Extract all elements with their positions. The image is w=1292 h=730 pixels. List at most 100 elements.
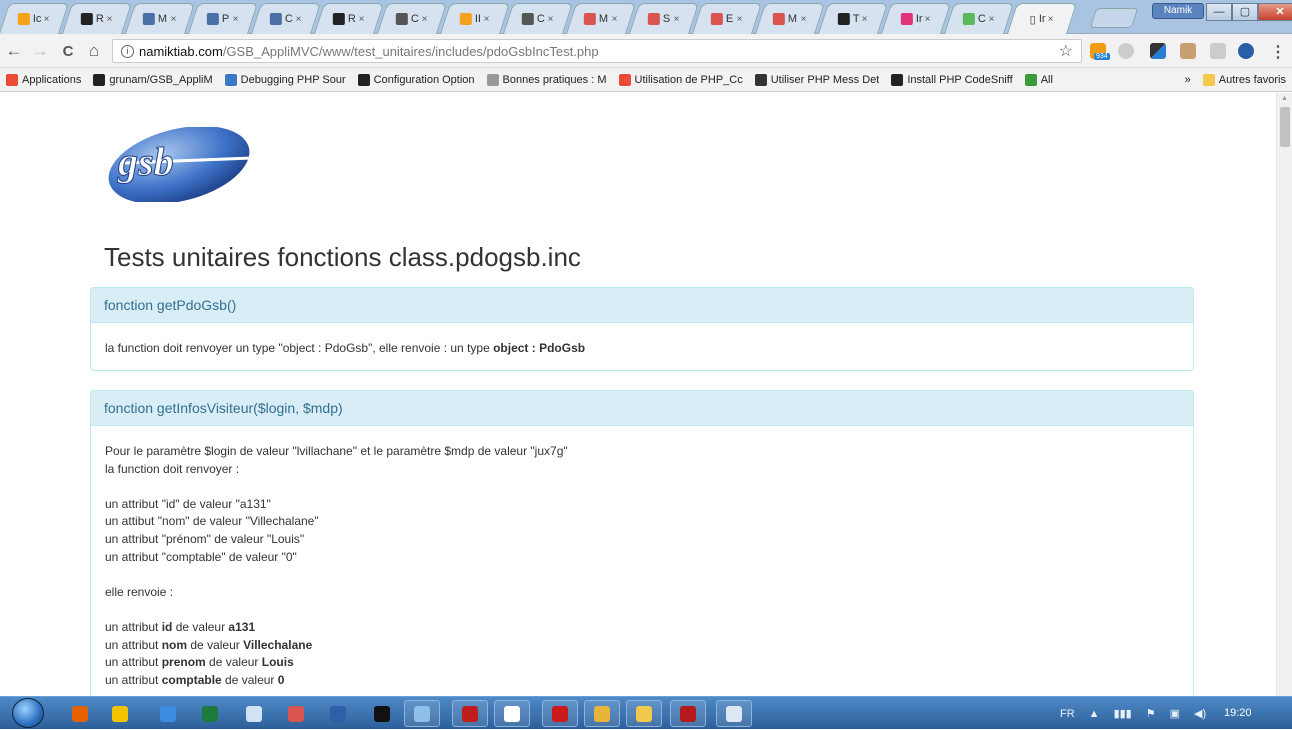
browser-tab[interactable]: C × — [943, 3, 1015, 34]
settings-extension-icon[interactable] — [1238, 43, 1254, 59]
bookmark-item[interactable]: Utilisation de PHP_Cc — [613, 68, 749, 91]
scrollbar-thumb[interactable] — [1280, 107, 1290, 147]
rss-extension-icon[interactable]: 934 — [1090, 43, 1110, 60]
shield-extension-icon[interactable] — [1118, 43, 1134, 59]
bookmark-item[interactable]: Applications — [0, 68, 87, 91]
virtualbox-icon — [330, 705, 346, 722]
browser-tab[interactable]: M × — [124, 3, 196, 34]
taskbar-app[interactable] — [584, 700, 620, 727]
filezilla-icon — [462, 705, 478, 722]
taskbar-app[interactable] — [320, 700, 356, 727]
info-icon[interactable]: i — [121, 44, 134, 58]
bookmark-item[interactable]: Debugging PHP Sour — [219, 68, 352, 91]
tab-close-icon[interactable]: × — [359, 14, 365, 25]
taskbar-app[interactable] — [452, 700, 488, 727]
tab-close-icon[interactable]: × — [989, 14, 995, 25]
back-button[interactable]: ← — [4, 41, 24, 61]
taskbar-app[interactable] — [192, 700, 228, 727]
tab-close-icon[interactable]: × — [925, 14, 931, 25]
profile-button[interactable]: Namik — [1152, 3, 1204, 19]
firefox-icon — [72, 705, 88, 722]
new-tab-button[interactable] — [1089, 8, 1139, 28]
browser-tab[interactable]: C × — [250, 3, 322, 34]
site-icon — [584, 13, 597, 25]
taskbar-app[interactable] — [102, 700, 138, 727]
power-icon[interactable]: ▣ — [1170, 707, 1180, 720]
browser-tab[interactable]: M × — [565, 3, 637, 34]
browser-tab[interactable]: R × — [313, 3, 385, 34]
browser-tab[interactable]: E × — [691, 3, 763, 34]
volume-icon[interactable]: ◀) — [1194, 707, 1206, 720]
tab-close-icon[interactable]: × — [484, 14, 490, 25]
bookmark-item[interactable]: Configuration Option — [352, 68, 481, 91]
paint-app-icon — [112, 705, 128, 722]
bookmark-item[interactable]: All — [1019, 68, 1059, 91]
maximize-button[interactable]: ▢ — [1232, 3, 1258, 21]
action-center-icon[interactable]: ⚑ — [1146, 707, 1156, 720]
taskbar-app[interactable] — [716, 700, 752, 727]
taskbar-app[interactable] — [62, 700, 98, 727]
bookmark-item[interactable]: Bonnes pratiques : M — [481, 68, 613, 91]
minimize-button[interactable]: — — [1206, 3, 1232, 21]
tab-close-icon[interactable]: × — [107, 14, 113, 25]
forward-button[interactable]: → — [30, 41, 50, 61]
tab-close-icon[interactable]: × — [233, 14, 239, 25]
close-window-button[interactable]: ✕ — [1258, 3, 1292, 21]
tab-close-icon[interactable]: × — [170, 14, 176, 25]
tab-close-icon[interactable]: × — [737, 14, 743, 25]
browser-tab[interactable]: T × — [817, 3, 889, 34]
tab-close-icon[interactable]: × — [862, 14, 868, 25]
chrome-icon — [594, 705, 610, 722]
other-bookmarks-folder[interactable]: Autres favoris — [1197, 68, 1292, 91]
bookmarks-overflow-button[interactable]: » — [1179, 68, 1197, 91]
tab-close-icon[interactable]: × — [800, 14, 806, 25]
taskbar-app[interactable] — [236, 700, 272, 727]
taskbar-app[interactable] — [494, 700, 530, 727]
tab-close-icon[interactable]: × — [422, 14, 428, 25]
taskbar-app[interactable] — [278, 700, 314, 727]
taskbar-app[interactable] — [404, 700, 440, 727]
active-browser-tab[interactable]: ▯ Ir × — [1006, 3, 1078, 34]
taskbar-app[interactable] — [364, 700, 400, 727]
bookmark-star-icon[interactable]: ☆ — [1059, 41, 1073, 61]
tab-close-icon[interactable]: × — [44, 14, 50, 25]
tab-close-icon[interactable]: × — [1048, 14, 1054, 25]
browser-tab[interactable]: Ic × — [0, 3, 70, 34]
browser-tab[interactable]: Ir × — [880, 3, 952, 34]
bookmark-item[interactable]: Utiliser PHP Mess Det — [749, 68, 886, 91]
tool-extension-icon[interactable] — [1180, 43, 1196, 59]
language-indicator[interactable]: FR — [1060, 708, 1075, 720]
tab-close-icon[interactable]: × — [674, 14, 680, 25]
browser-tab[interactable]: M × — [754, 3, 826, 34]
browser-tab[interactable]: C × — [502, 3, 574, 34]
cmd-icon — [374, 705, 390, 722]
browser-tab[interactable]: P × — [187, 3, 259, 34]
taskbar-app[interactable] — [150, 700, 186, 727]
address-bar[interactable]: i namiktiab.com/GSB_AppliMVC/www/test_un… — [112, 39, 1082, 63]
browser-tab[interactable]: C × — [376, 3, 448, 34]
clock[interactable]: 19:20 — [1224, 707, 1252, 719]
tab-close-icon[interactable]: × — [548, 14, 554, 25]
taskbar-app[interactable] — [542, 700, 578, 727]
menu-icon[interactable]: ⋮ — [1270, 42, 1286, 62]
window-controls: — ▢ ✕ — [1206, 3, 1292, 21]
home-button[interactable]: ⌂ — [84, 41, 104, 61]
tab-close-icon[interactable]: × — [611, 14, 617, 25]
vertical-scrollbar[interactable]: ▲ — [1276, 93, 1292, 696]
pen-extension-icon[interactable] — [1150, 43, 1166, 59]
bookmark-item[interactable]: grunam/GSB_AppliM — [87, 68, 218, 91]
bookmark-item[interactable]: Install PHP CodeSniff — [885, 68, 1018, 91]
browser-tab[interactable]: II × — [439, 3, 511, 34]
browser-tab[interactable]: R × — [61, 3, 133, 34]
taskbar-app[interactable] — [626, 700, 662, 727]
browser-tab[interactable]: S × — [628, 3, 700, 34]
reload-button[interactable]: C — [58, 43, 78, 60]
start-button[interactable] — [12, 698, 44, 728]
taskbar-app[interactable] — [670, 700, 706, 727]
tray-expand-icon[interactable]: ▲ — [1089, 708, 1100, 720]
network-icon[interactable]: ▮▮▮ — [1114, 707, 1132, 720]
angular-extension-icon[interactable] — [1210, 43, 1226, 59]
notepad-icon — [246, 705, 262, 722]
tab-close-icon[interactable]: × — [296, 14, 302, 25]
scroll-up-arrow[interactable]: ▲ — [1281, 95, 1288, 102]
